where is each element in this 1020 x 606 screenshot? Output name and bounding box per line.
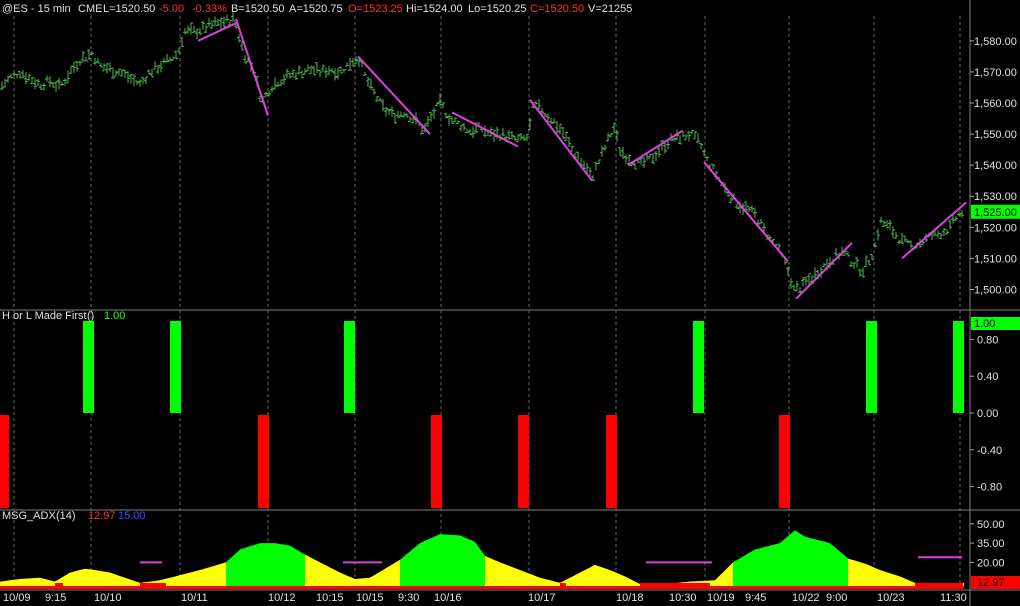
ind1-column-down — [0, 415, 9, 508]
ind1-value: 1.00 — [104, 310, 125, 322]
ind1-column-down — [606, 415, 617, 508]
adx-params: (14) — [56, 510, 76, 522]
chart-canvas: @ES - 15 min CME L=1520.50 -5.00 -0.33% … — [0, 0, 1020, 606]
time-label: 10/11 — [181, 592, 208, 604]
ind1-column-up — [344, 321, 355, 413]
symbol-label: @ES - 15 min — [2, 3, 71, 15]
adx-badge-text: 12.97 — [977, 577, 1005, 589]
time-label: 10/12 — [268, 592, 296, 604]
time-label: 10:15 — [316, 592, 344, 604]
open-label: O=1523.25 — [348, 3, 403, 15]
low-label: Lo=1520.25 — [468, 3, 526, 15]
price-tick-label: 1,510.00 — [974, 253, 1017, 265]
ind1-column-down — [431, 415, 442, 508]
ind1-tick-label: -0.40 — [977, 445, 1002, 457]
ind1-column-up — [953, 321, 964, 413]
ind1-column-down — [779, 415, 790, 508]
adx-low-block — [560, 583, 566, 588]
ind1-tick-label: 0.40 — [977, 371, 998, 383]
price-tick-label: 1,500.00 — [974, 284, 1017, 296]
time-label: 10/22 — [792, 592, 820, 604]
time-label: 10/23 — [877, 592, 905, 604]
adx-low-block — [640, 583, 710, 588]
adx-tick-label: 35.00 — [977, 538, 1005, 550]
time-label: 10:30 — [669, 592, 697, 604]
time-label: 10/16 — [434, 592, 462, 604]
ind1-tick-label: 0.00 — [977, 408, 998, 420]
adx-title: MSG_ADX — [2, 510, 56, 522]
price-tick-label: 1,530.00 — [974, 191, 1017, 203]
price-tick-label: 1,520.00 — [974, 222, 1017, 234]
time-label: 9:30 — [398, 592, 419, 604]
last-price-badge-text: 1,525.00 — [974, 207, 1017, 219]
adx-value1: 12.97 — [88, 510, 116, 522]
adx-tick-label: 50.00 — [977, 519, 1005, 531]
time-label: 9:15 — [45, 592, 66, 604]
exchange-label: CME — [78, 3, 102, 15]
time-label: 10/10 — [94, 592, 122, 604]
last-label: L=1520.50 — [103, 3, 155, 15]
price-tick-label: 1,570.00 — [974, 67, 1017, 79]
ind1-column-down — [518, 415, 529, 508]
bid-label: B=1520.50 — [231, 3, 285, 15]
ind1-column-down — [258, 415, 269, 508]
time-label: 9:00 — [826, 592, 847, 604]
ind1-column-up — [866, 321, 877, 413]
time-label: 10/18 — [616, 592, 644, 604]
time-label: 9:45 — [745, 592, 766, 604]
adx-tick-label: 20.00 — [977, 557, 1005, 569]
ind1-tick-label: 0.80 — [977, 334, 998, 346]
ind1-column-up — [83, 321, 94, 413]
adx-value2: 15.00 — [118, 510, 146, 522]
change-label: -5.00 — [159, 3, 184, 15]
pct-change-label: -0.33% — [192, 3, 227, 15]
ind1-title: H or L Made First — [2, 310, 87, 322]
price-tick-label: 1,580.00 — [974, 36, 1017, 48]
adx-low-block — [55, 583, 63, 588]
price-tick-label: 1,550.00 — [974, 129, 1017, 141]
ind1-column-up — [170, 321, 181, 413]
close-label: C=1520.50 — [530, 3, 584, 15]
price-tick-label: 1,560.00 — [974, 98, 1017, 110]
volume-label: V=21255 — [588, 3, 632, 15]
ind1-tick-label: -0.80 — [977, 482, 1002, 494]
time-label: 11:30 — [940, 592, 967, 604]
ask-label: A=1520.75 — [289, 3, 343, 15]
time-label: 10/09 — [3, 592, 31, 604]
time-label: 10/17 — [528, 592, 556, 604]
adx-low-block — [915, 583, 963, 588]
ind1-params: () — [87, 310, 94, 322]
time-label: 10/15 — [356, 592, 384, 604]
price-tick-label: 1,540.00 — [974, 160, 1017, 172]
ind1-badge-text: 1.00 — [974, 318, 995, 330]
adx-low-block — [140, 583, 166, 588]
ind1-column-up — [693, 321, 704, 413]
time-label: 10/19 — [707, 592, 735, 604]
high-label: Hi=1524.00 — [406, 3, 463, 15]
